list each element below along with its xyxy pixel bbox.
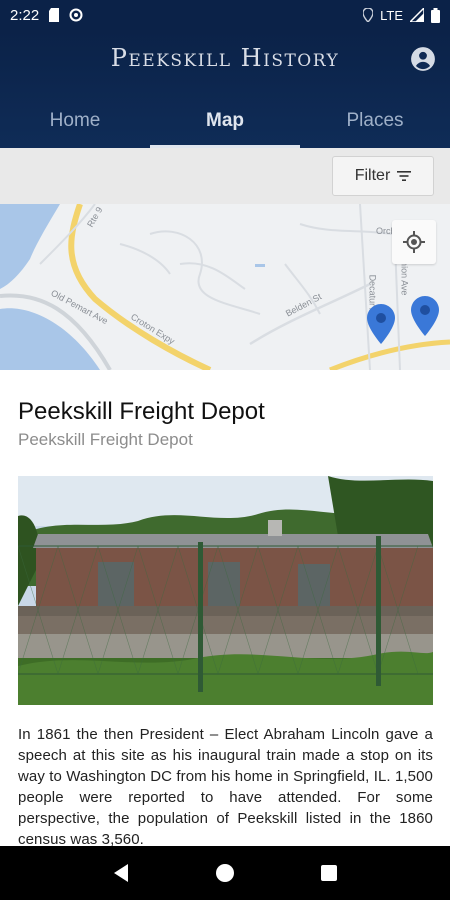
place-subtitle: Peekskill Freight Depot (18, 430, 193, 449)
data-saver-icon (69, 8, 83, 22)
tab-places[interactable]: Places (300, 102, 450, 148)
app-bar: Peekskill History Home Map Places (0, 30, 450, 148)
place-title: Peekskill Freight Depot (18, 398, 265, 425)
tab-home[interactable]: Home (0, 102, 150, 148)
sd-card-icon (49, 8, 60, 22)
map-view[interactable]: Rte 9 Old Pemart Ave Croton Expy Belden … (0, 204, 450, 370)
battery-icon (431, 7, 440, 23)
place-detail-sheet[interactable]: Peekskill Freight Depot Peekskill Freigh… (0, 370, 450, 846)
recents-icon[interactable] (320, 864, 338, 882)
map-pin-icon[interactable] (367, 304, 395, 344)
filter-label: Filter (354, 167, 391, 184)
status-time: 2:22 (10, 6, 40, 24)
filter-icon (397, 171, 412, 181)
status-bar: 2:22 LTE (0, 0, 450, 30)
app-title: Peekskill History (110, 44, 340, 72)
my-location-icon (403, 231, 425, 253)
home-icon[interactable] (215, 863, 235, 883)
location-icon (363, 8, 374, 22)
back-icon[interactable] (112, 863, 130, 883)
my-location-button[interactable] (392, 220, 436, 264)
place-photo (18, 476, 433, 705)
filter-button[interactable]: Filter (332, 156, 434, 196)
system-nav-bar (0, 846, 450, 900)
map-pin-icon[interactable] (411, 296, 439, 336)
account-icon[interactable] (410, 46, 436, 72)
network-type: LTE (380, 7, 403, 23)
tab-map[interactable]: Map (150, 102, 300, 148)
tab-bar: Home Map Places (0, 102, 450, 148)
place-description: In 1861 the then President – Elect Abrah… (18, 726, 433, 846)
filter-strip: Filter (0, 148, 450, 204)
signal-icon (410, 8, 424, 22)
